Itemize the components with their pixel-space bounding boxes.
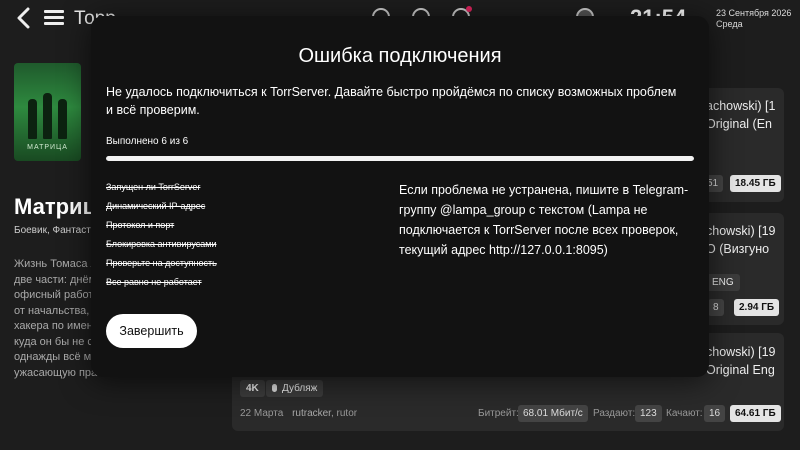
seeders-badge: 123 xyxy=(635,405,662,422)
dialog-title: Ошибка подключения xyxy=(298,45,502,67)
torrent-name: achowski) [1 Original (En xyxy=(706,99,776,131)
finish-button[interactable]: Завершить xyxy=(106,314,197,348)
torrent-meta: 22 Марта rutracker, rutor xyxy=(240,408,358,419)
size-badge: 2.94 ГБ xyxy=(734,299,780,316)
bitrate-badge: 68.01 Мбит/с xyxy=(518,405,588,422)
weekday: Среда xyxy=(716,19,743,29)
quality-tag: 4K xyxy=(240,380,265,397)
check-item[interactable]: Запущен ли TorrServer xyxy=(106,178,217,197)
language-tag: ENG xyxy=(706,274,740,291)
poster-figure xyxy=(43,93,52,139)
help-text: Если проблема не устранена, пишите в Tel… xyxy=(399,183,689,257)
seeders-badge: 8 xyxy=(708,299,724,316)
microphone-icon xyxy=(272,384,277,392)
connection-error-dialog: Ошибка подключения Не удалось подключить… xyxy=(91,16,709,377)
progress-bar xyxy=(106,156,694,161)
bitrate-label: Битрейт: xyxy=(478,408,519,419)
check-item[interactable]: Динамический IP-адрес xyxy=(106,197,217,216)
notification-dot xyxy=(466,6,472,12)
progress-fill xyxy=(106,156,694,161)
audio-tag: Дубляж xyxy=(266,380,324,397)
size-badge: 18.45 ГБ xyxy=(730,175,781,192)
leechers-badge: 16 xyxy=(704,405,726,422)
hamburger-menu-icon[interactable] xyxy=(44,10,64,26)
torrent-name: chowski) [19 О (Визгуно xyxy=(706,224,776,256)
date: 23 Сентября 2026 xyxy=(716,8,792,18)
check-item[interactable]: Протокол и порт xyxy=(106,216,217,235)
poster-title: МАТРИЦА xyxy=(27,144,68,151)
size-badge: 64.61 ГБ xyxy=(730,405,781,422)
poster-figure xyxy=(58,99,67,139)
check-item[interactable]: Все равно не работает xyxy=(106,273,217,292)
arrow-left-icon[interactable] xyxy=(14,7,34,29)
checklist: Запущен ли TorrServer Динамический IP-ад… xyxy=(106,178,217,292)
date-block: 23 Сентября 2026 Среда xyxy=(716,8,791,30)
seeders-label: Раздают: xyxy=(593,408,636,419)
dialog-message: Не удалось подключиться к TorrServer. Да… xyxy=(106,85,677,117)
leechers-label: Качают: xyxy=(666,408,703,419)
progress-label: Выполнено 6 из 6 xyxy=(106,136,189,147)
movie-poster[interactable]: МАТРИЦА xyxy=(14,63,81,161)
check-item[interactable]: Проверьте на доступность xyxy=(106,254,217,273)
check-item[interactable]: Блокировка антивирусами xyxy=(106,235,217,254)
poster-figure xyxy=(28,99,37,139)
torrent-name: chowski) [19 Original Eng xyxy=(706,345,776,377)
